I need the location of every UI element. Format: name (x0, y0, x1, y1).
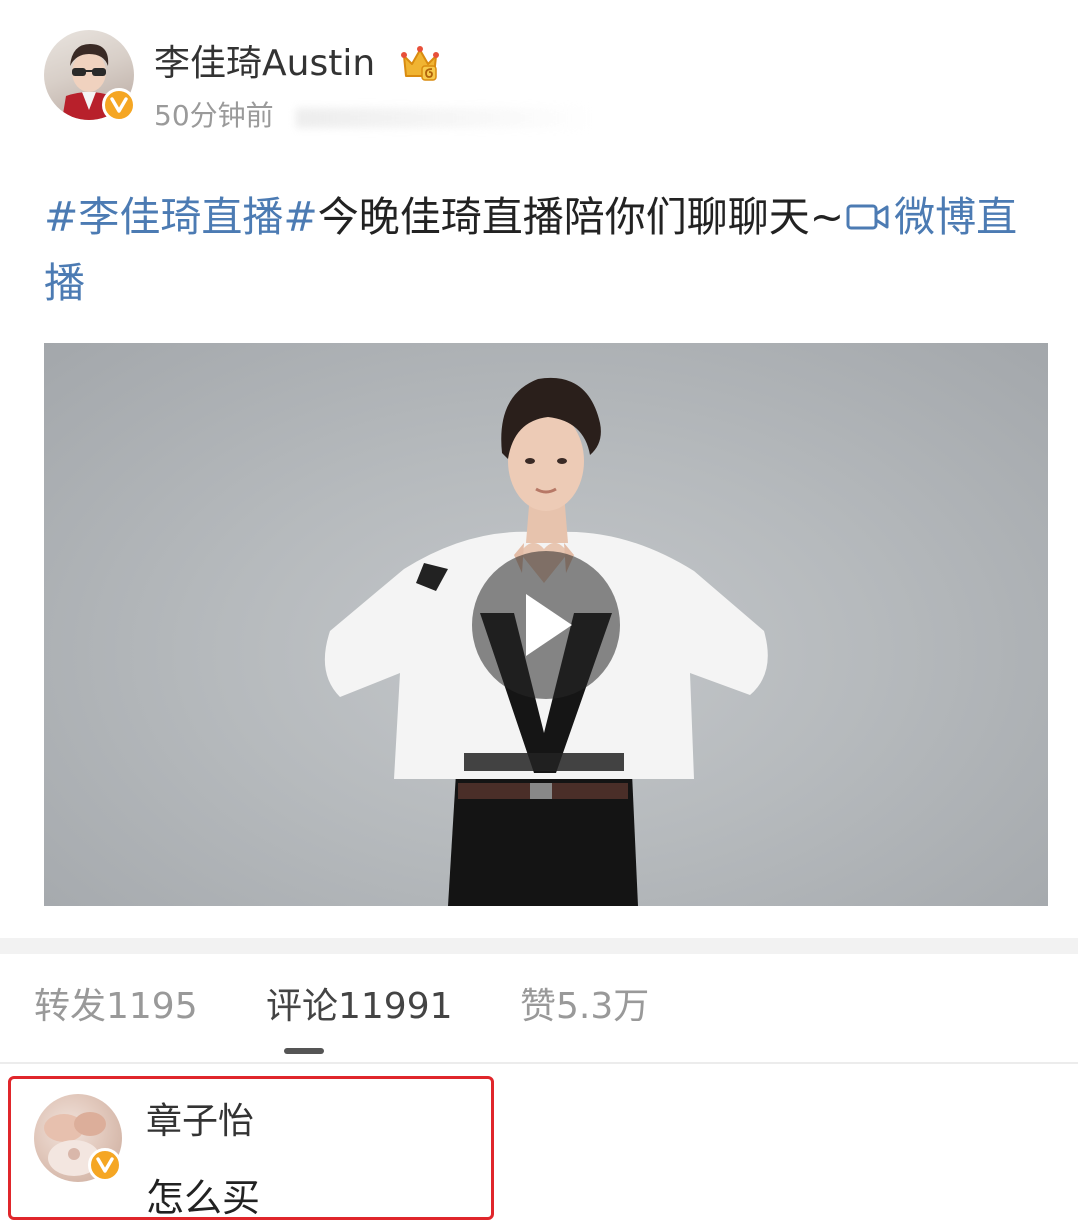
commenter-name[interactable]: 章子怡 (146, 1100, 254, 1144)
play-icon (526, 594, 572, 656)
play-button[interactable] (472, 551, 620, 699)
tab-likes[interactable]: 赞5.3万 (520, 984, 649, 1030)
active-tab-indicator (284, 1048, 324, 1054)
post-time: 50分钟前 (154, 99, 274, 132)
section-divider (0, 938, 1078, 954)
commenter-verified-icon (88, 1148, 122, 1182)
video-thumbnail[interactable] (44, 343, 1048, 906)
comment-text: 怎么买 (146, 1176, 261, 1220)
verified-v-icon (102, 88, 136, 122)
tab-comments[interactable]: 评论11991 (266, 984, 453, 1030)
author-name[interactable]: 李佳琦Austin (154, 42, 375, 86)
video-camera-icon (846, 204, 889, 230)
hashtag-link[interactable]: #李佳琦直播# (44, 193, 318, 241)
blurred-source-text (296, 108, 596, 128)
tabs-border (0, 1062, 1078, 1064)
post-text: #李佳琦直播#今晚佳琦直播陪你们聊聊天~ 微博直播 (44, 184, 1034, 316)
crown-level-icon (401, 46, 439, 81)
post-body: 今晚佳琦直播陪你们聊聊天~ (317, 193, 845, 241)
tab-repost[interactable]: 转发1195 (34, 984, 198, 1030)
